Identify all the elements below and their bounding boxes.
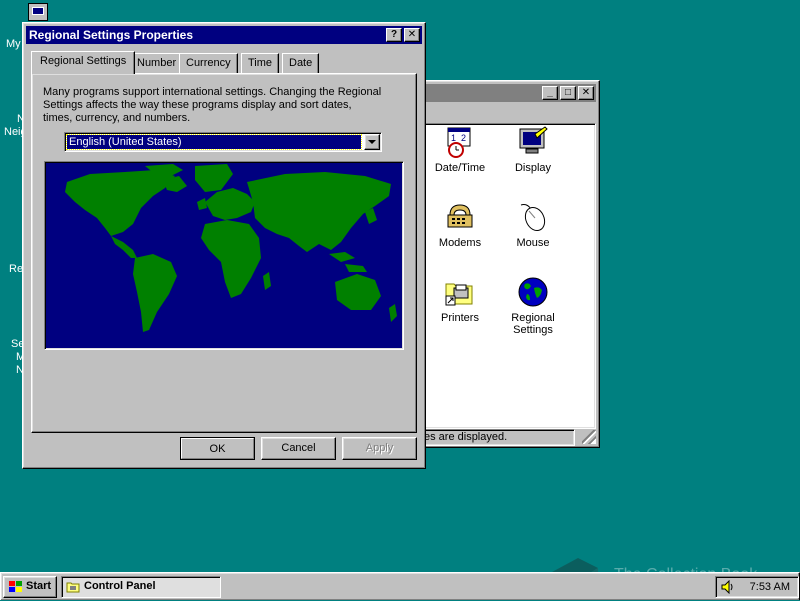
calendar-clock-icon: 1 2 bbox=[444, 126, 476, 158]
apply-button[interactable]: Apply bbox=[342, 437, 417, 460]
world-map bbox=[44, 161, 404, 350]
modem-phone-icon bbox=[444, 201, 476, 233]
tab-time[interactable]: Time bbox=[241, 53, 280, 73]
cancel-button[interactable]: Cancel bbox=[261, 437, 336, 460]
control-panel-item-label: Modems bbox=[438, 237, 482, 249]
minimize-button[interactable]: _ bbox=[542, 86, 558, 100]
control-panel-item-modems[interactable]: Modems bbox=[420, 201, 500, 249]
desktop-label-recycle[interactable]: Re bbox=[9, 263, 23, 275]
maximize-button[interactable]: □ bbox=[560, 86, 576, 100]
resize-grip[interactable] bbox=[582, 430, 596, 444]
task-label: Control Panel bbox=[84, 580, 156, 592]
tab-currency[interactable]: Currency bbox=[179, 53, 238, 73]
dialog-titlebar[interactable]: Regional Settings Properties ? ✕ bbox=[26, 26, 422, 44]
clock[interactable]: 7:53 AM bbox=[750, 580, 790, 594]
control-panel-item-label: Regional Settings bbox=[511, 312, 555, 336]
close-button[interactable]: ✕ bbox=[578, 86, 594, 100]
tab-number[interactable]: Number bbox=[130, 53, 184, 73]
control-panel-titlebar[interactable]: _ □ ✕ bbox=[399, 84, 596, 102]
chevron-down-icon[interactable] bbox=[364, 134, 380, 150]
regional-settings-dialog[interactable]: Regional Settings Properties ? ✕ Regiona… bbox=[22, 22, 426, 469]
locale-dropdown-value: English (United States) bbox=[66, 134, 362, 150]
ok-button[interactable]: OK bbox=[180, 437, 255, 460]
control-panel-item-datetime[interactable]: 1 2 Date/Time bbox=[420, 126, 500, 174]
start-label: Start bbox=[26, 580, 52, 592]
control-panel-item-regional-settings[interactable]: Regional Settings bbox=[493, 276, 573, 336]
windows-logo-icon bbox=[8, 580, 24, 594]
control-panel-item-label: Printers bbox=[441, 312, 479, 324]
status-text: es are displayed. bbox=[424, 431, 508, 443]
ok-button-label: OK bbox=[181, 438, 254, 459]
control-panel-content: 1 2 Date/Time Display Modems Mouse Print… bbox=[399, 123, 596, 429]
printer-folder-icon bbox=[444, 276, 476, 308]
taskbar: Start Control Panel 7:53 AM bbox=[0, 572, 800, 600]
desktop-label-my-computer[interactable]: My bbox=[6, 38, 21, 50]
control-panel-item-label: Display bbox=[514, 162, 552, 174]
folder-icon bbox=[66, 581, 80, 593]
speaker-icon[interactable] bbox=[720, 579, 736, 595]
svg-text:2: 2 bbox=[461, 133, 466, 143]
locale-dropdown[interactable]: English (United States) bbox=[64, 132, 382, 152]
globe-icon bbox=[517, 276, 549, 308]
svg-text:1: 1 bbox=[451, 133, 456, 143]
help-button[interactable]: ? bbox=[386, 28, 402, 42]
control-panel-item-label: Mouse bbox=[516, 237, 550, 249]
tab-date[interactable]: Date bbox=[282, 53, 320, 73]
mouse-icon bbox=[517, 201, 549, 233]
control-panel-item-mouse[interactable]: Mouse bbox=[493, 201, 573, 249]
description-text: Many programs support international sett… bbox=[43, 86, 382, 124]
tab-regional-settings[interactable]: Regional Settings bbox=[31, 51, 136, 74]
my-computer-icon[interactable] bbox=[28, 3, 48, 21]
control-panel-item-label: Date/Time bbox=[434, 162, 486, 174]
close-button[interactable]: ✕ bbox=[404, 28, 420, 42]
tab-page: Many programs support international sett… bbox=[31, 73, 417, 433]
world-map-graphic bbox=[65, 164, 397, 332]
control-panel-item-display[interactable]: Display bbox=[493, 126, 573, 174]
tab-strip: Regional Settings Number Currency Time D… bbox=[31, 51, 417, 75]
dialog-title: Regional Settings Properties bbox=[29, 28, 194, 42]
start-button[interactable]: Start bbox=[3, 576, 57, 598]
taskbar-task-control-panel[interactable]: Control Panel bbox=[61, 576, 221, 598]
system-tray: 7:53 AM bbox=[715, 576, 799, 598]
control-panel-item-printers[interactable]: Printers bbox=[420, 276, 500, 324]
monitor-icon bbox=[517, 126, 549, 158]
